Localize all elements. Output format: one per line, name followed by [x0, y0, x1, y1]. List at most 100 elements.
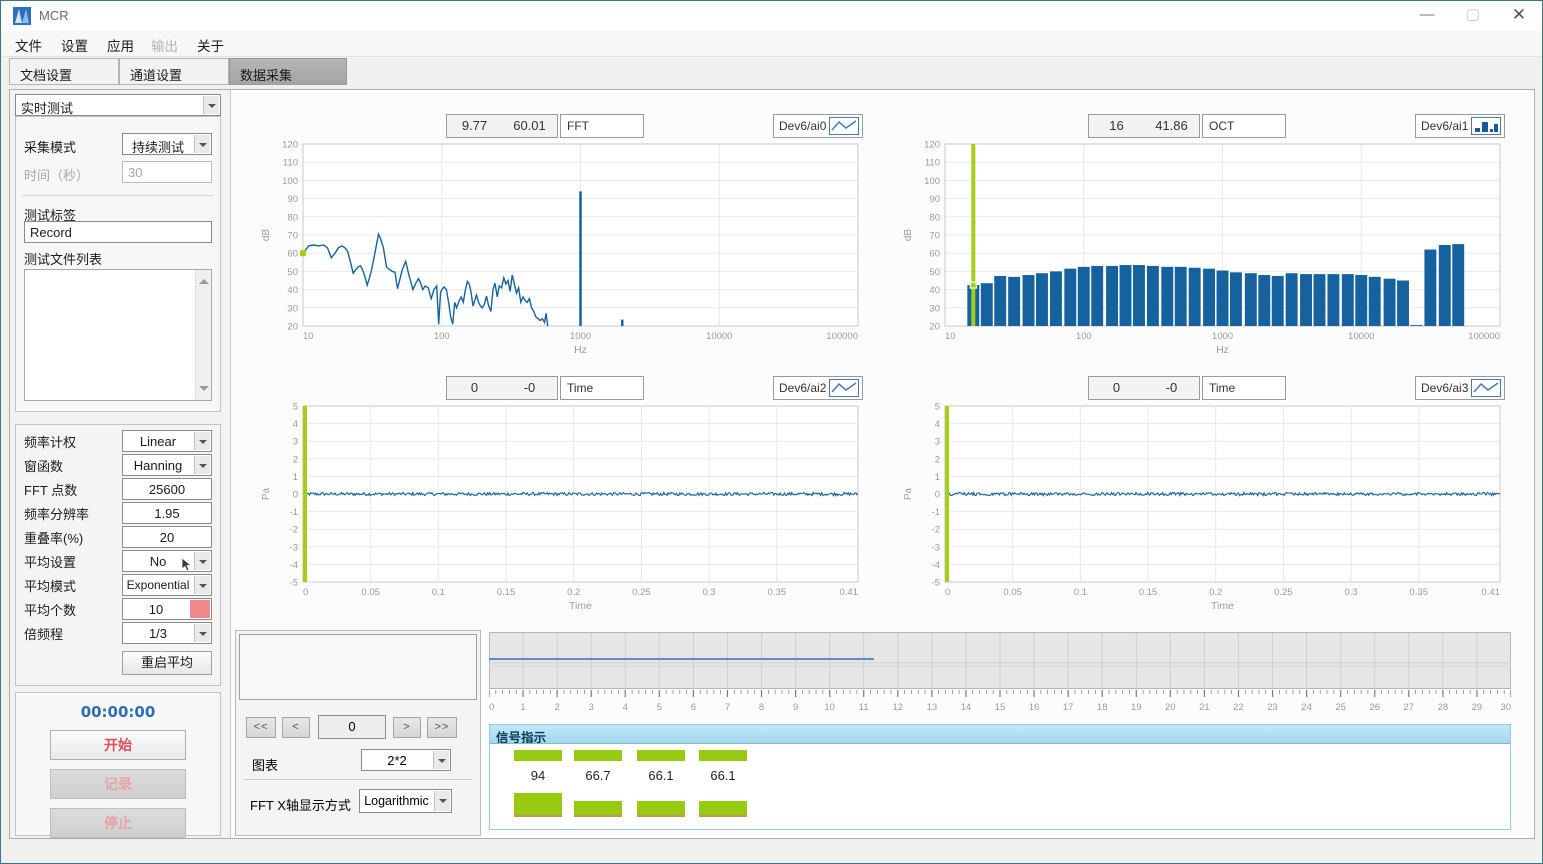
test-label-field[interactable]: Record [24, 221, 212, 243]
svg-text:Hz: Hz [574, 344, 587, 356]
fft-chart-type-field[interactable]: FFT [560, 114, 644, 138]
oct-device-selector[interactable]: Dev6/ai1 [1415, 114, 1505, 138]
avg-mode-select[interactable]: Exponential [122, 574, 212, 596]
svg-text:-5: -5 [290, 578, 298, 589]
svg-text:dB: dB [903, 229, 914, 242]
avg-count-value: 10 [123, 602, 189, 617]
record-timeline[interactable]: 0123456789101112131415161718192021222324… [489, 632, 1511, 714]
time-ai2-chart-type-field[interactable]: Time [560, 376, 644, 400]
time-ai2-plot[interactable]: -5-4-3-2-101234500.050.10.150.20.250.30.… [235, 402, 871, 622]
nav-next-button[interactable]: > [393, 717, 421, 738]
start-button[interactable]: 开始 [50, 730, 186, 760]
stop-button: 停止 [50, 808, 186, 838]
test-file-list[interactable] [24, 269, 212, 401]
scroll-down-icon[interactable] [199, 386, 209, 396]
file-list-scrollbar[interactable] [195, 270, 211, 400]
svg-text:0.1: 0.1 [1074, 587, 1087, 598]
file-list-label: 测试文件列表 [24, 249, 102, 268]
menu-apply[interactable]: 应用 [107, 35, 134, 55]
line-chart-icon [829, 379, 859, 397]
fft-points-field[interactable]: 25600 [122, 478, 212, 500]
menu-about[interactable]: 关于 [197, 35, 224, 55]
svg-text:40: 40 [287, 285, 298, 296]
tab-document-settings[interactable]: 文档设置 [9, 58, 119, 85]
fft-points-value: 25600 [123, 482, 211, 497]
measure-mode-select[interactable]: 实时测试 [15, 94, 221, 116]
oct-chart-type-field[interactable]: OCT [1202, 114, 1286, 138]
overlap-field[interactable]: 20 [122, 526, 212, 548]
chevron-down-icon[interactable] [203, 96, 219, 114]
menubar: 文件 设置 应用 输出 关于 [1, 31, 1542, 57]
time-ai2-device-selector[interactable]: Dev6/ai2 [773, 376, 863, 400]
chart-layout-select[interactable]: 2*2 [361, 749, 451, 771]
nav-last-button[interactable]: >> [427, 717, 457, 738]
svg-text:120: 120 [282, 140, 298, 151]
svg-text:-1: -1 [932, 507, 940, 518]
freq-weighting-select[interactable]: Linear [122, 430, 212, 452]
avg-setting-select[interactable]: No [122, 550, 212, 572]
chevron-down-icon[interactable] [433, 751, 449, 769]
nav-position-field[interactable]: 0 [318, 715, 386, 739]
display-control-panel: << < 0 > >> 图表 2*2 FFT X轴显示方式 Logarithmi… [235, 630, 481, 836]
nav-prev-button[interactable]: < [282, 717, 310, 738]
freq-resolution-field[interactable]: 1.95 [122, 502, 212, 524]
svg-text:20: 20 [287, 322, 298, 333]
svg-text:10: 10 [824, 702, 835, 713]
chevron-down-icon[interactable] [194, 432, 210, 450]
time-ai3-chart-type-field[interactable]: Time [1202, 376, 1286, 400]
cursor-y-value: 41.86 [1144, 115, 1199, 137]
tab-data-acquisition[interactable]: 数据采集 [229, 58, 347, 85]
svg-text:90: 90 [929, 194, 940, 205]
avg-count-alert-flag [190, 600, 210, 618]
chevron-down-icon[interactable] [194, 135, 210, 153]
close-button[interactable]: ✕ [1496, 1, 1542, 31]
line-chart-icon [1471, 379, 1501, 397]
svg-text:28: 28 [1438, 702, 1449, 713]
chart-panel-time-ai3: 0 -0 Time Dev6/ai3 -5-4-3-2-101234500.05… [877, 370, 1513, 624]
maximize-button[interactable]: ▢ [1450, 1, 1496, 31]
svg-text:120: 120 [924, 140, 940, 151]
svg-text:50: 50 [929, 267, 940, 278]
svg-text:dB: dB [261, 229, 272, 242]
chevron-down-icon[interactable] [194, 552, 210, 570]
fft-device-selector[interactable]: Dev6/ai0 [773, 114, 863, 138]
fft-xaxis-select[interactable]: Logarithmic [359, 789, 452, 813]
signal-level-value: 66.1 [699, 768, 747, 783]
tab-channel-settings[interactable]: 通道设置 [119, 58, 229, 85]
svg-text:30: 30 [1500, 702, 1511, 713]
svg-text:5: 5 [657, 702, 662, 713]
chart-panel-time-ai2: 0 -0 Time Dev6/ai2 -5-4-3-2-101234500.05… [235, 370, 871, 624]
window-func-select[interactable]: Hanning [122, 454, 212, 476]
svg-text:16: 16 [1029, 702, 1040, 713]
chevron-down-icon[interactable] [194, 624, 210, 642]
time-ai3-device-selector[interactable]: Dev6/ai3 [1415, 376, 1505, 400]
oct-plot[interactable]: 2030405060708090100110120101001000100001… [877, 140, 1513, 368]
svg-text:0.41: 0.41 [840, 587, 859, 598]
restart-average-button[interactable]: 重启平均 [122, 651, 212, 675]
fft-xaxis-label: FFT X轴显示方式 [250, 795, 351, 814]
scroll-up-icon[interactable] [199, 274, 209, 284]
avg-count-field[interactable]: 10 [122, 598, 212, 620]
svg-text:100: 100 [924, 176, 940, 187]
chevron-down-icon[interactable] [194, 576, 210, 594]
fft-plot[interactable]: 2030405060708090100110120101001000100001… [235, 140, 871, 368]
signal-level-value: 94 [514, 768, 562, 783]
minimize-button[interactable]: — [1404, 1, 1450, 31]
acquisition-mode-select[interactable]: 持续测试 [122, 133, 212, 155]
menu-settings[interactable]: 设置 [61, 35, 88, 55]
svg-text:22: 22 [1233, 702, 1244, 713]
svg-text:0.35: 0.35 [768, 587, 787, 598]
chevron-down-icon[interactable] [194, 456, 210, 474]
nav-first-button[interactable]: << [246, 717, 276, 738]
svg-text:21: 21 [1199, 702, 1210, 713]
freq-weighting-label: 频率计权 [24, 432, 122, 451]
svg-text:70: 70 [287, 231, 298, 242]
signal-level-bar [637, 750, 685, 761]
chevron-down-icon[interactable] [434, 791, 450, 811]
cursor-y-value: -0 [1144, 377, 1199, 399]
menu-file[interactable]: 文件 [15, 35, 42, 55]
time-ai3-plot[interactable]: -5-4-3-2-101234500.050.10.150.20.250.30.… [877, 402, 1513, 622]
cursor-y-value: -0 [502, 377, 557, 399]
octave-select[interactable]: 1/3 [122, 622, 212, 644]
acquisition-mode-label: 采集模式 [24, 137, 76, 156]
